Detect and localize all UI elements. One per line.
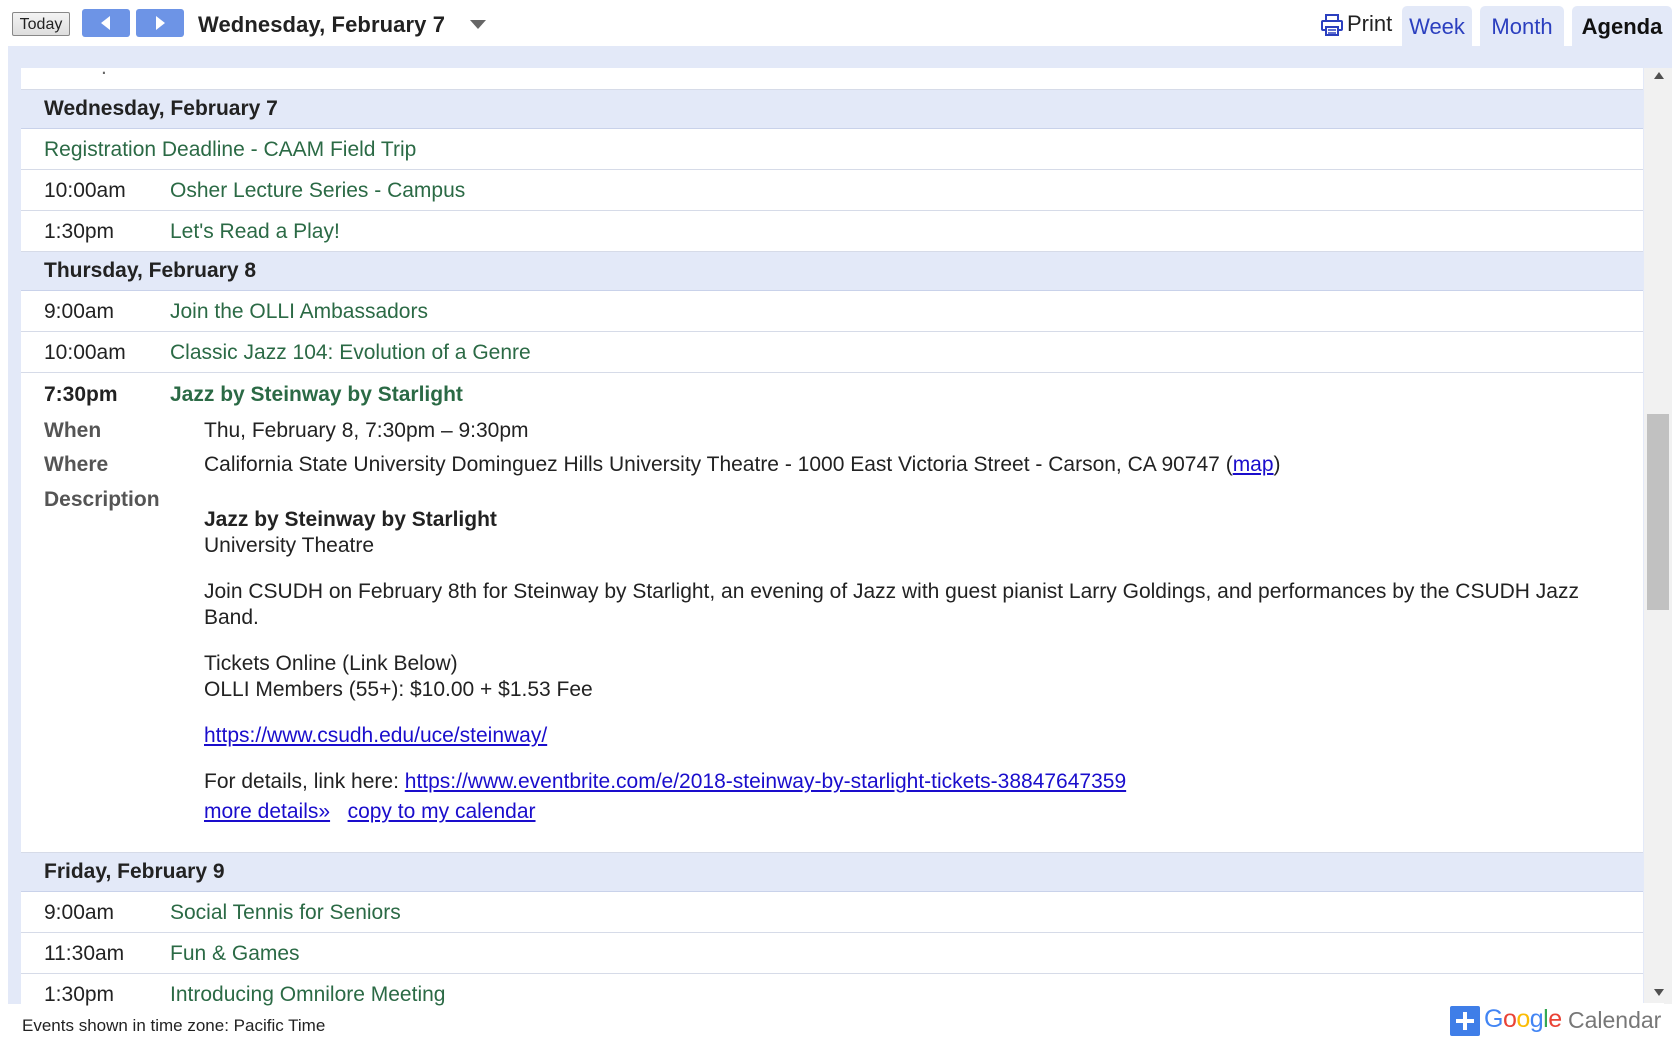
calendar-toolbar: Today Wednesday, February 7 Print Week M… (0, 0, 1672, 48)
description-label: Description (44, 488, 160, 511)
event-row[interactable]: 11:30am Fun & Games (21, 933, 1643, 974)
day-header-label: Thursday, February 8 (44, 259, 257, 282)
chevron-left-icon (101, 16, 110, 30)
event-title[interactable]: Jazz by Steinway by Starlight (170, 383, 463, 407)
scroll-down-icon[interactable] (1654, 989, 1664, 996)
event-time: 1:30pm (44, 983, 115, 1006)
google-calendar-button[interactable]: Google Calendar (1450, 1003, 1664, 1039)
event-row[interactable]: 9:00am Join the OLLI Ambassadors (21, 291, 1643, 332)
agenda-frame: . Wednesday, February 7 Registration Dea… (8, 46, 1672, 1010)
tab-agenda[interactable]: Agenda (1572, 6, 1672, 48)
event-time: 9:00am (44, 300, 115, 323)
print-label: Print (1347, 11, 1393, 36)
description-body: Join CSUDH on February 8th for Steinway … (204, 580, 1579, 629)
map-link[interactable]: map (1233, 453, 1274, 476)
description-venue: University Theatre (204, 534, 375, 557)
day-header: Friday, February 9 (21, 853, 1643, 892)
where-label: Where (44, 453, 109, 476)
event-description: Jazz by Steinway by Starlight University… (204, 507, 1604, 825)
scrollbar-thumb[interactable] (1647, 414, 1669, 610)
when-label: When (44, 419, 102, 442)
map-open-paren: ( (1225, 453, 1233, 476)
event-title[interactable]: Join the OLLI Ambassadors (170, 300, 428, 324)
printer-icon (1321, 14, 1343, 36)
scroll-up-icon[interactable] (1654, 72, 1664, 79)
steinway-link[interactable]: https://www.csudh.edu/uce/steinway/ (204, 724, 547, 747)
event-title[interactable]: Osher Lecture Series - Campus (170, 179, 465, 203)
partial-row: . (21, 68, 1643, 90)
timezone-note: Events shown in time zone: Pacific Time (22, 1016, 326, 1035)
day-header-label: Wednesday, February 7 (44, 97, 278, 120)
event-time: 10:00am (44, 341, 126, 364)
agenda-list[interactable]: . Wednesday, February 7 Registration Dea… (21, 68, 1643, 1010)
event-row[interactable]: Registration Deadline - CAAM Field Trip (21, 129, 1643, 170)
event-title[interactable]: Fun & Games (170, 942, 300, 966)
chevron-right-icon (156, 16, 165, 30)
where-value: California State University Dominguez Hi… (204, 453, 1281, 477)
previous-button[interactable] (82, 9, 130, 37)
map-close-paren: ) (1273, 453, 1281, 476)
description-title: Jazz by Steinway by Starlight (204, 508, 497, 531)
event-time: 9:00am (44, 901, 115, 924)
current-date-title[interactable]: Wednesday, February 7 (198, 12, 445, 38)
event-row[interactable]: 10:00am Classic Jazz 104: Evolution of a… (21, 332, 1643, 373)
event-time: 1:30pm (44, 220, 115, 243)
where-address: California State University Dominguez Hi… (204, 453, 1220, 476)
day-header-label: Friday, February 9 (44, 860, 225, 883)
event-row[interactable]: 1:30pm Introducing Omnilore Meeting (21, 974, 1643, 1010)
event-title[interactable]: Registration Deadline - CAAM Field Trip (44, 138, 416, 162)
event-row[interactable]: 1:30pm Let's Read a Play! (21, 211, 1643, 252)
next-button[interactable] (136, 9, 184, 37)
event-title[interactable]: Let's Read a Play! (170, 220, 340, 244)
tickets-line: Tickets Online (Link Below) (204, 652, 458, 675)
agenda-scrollbar[interactable] (1644, 68, 1672, 1004)
google-wordmark: Google (1484, 1005, 1562, 1033)
more-details-link[interactable]: more details» (204, 800, 330, 823)
event-title[interactable]: Classic Jazz 104: Evolution of a Genre (170, 341, 531, 365)
tab-month[interactable]: Month (1480, 6, 1564, 48)
day-header: Wednesday, February 7 (21, 90, 1643, 129)
event-row[interactable]: 9:00am Social Tennis for Seniors (21, 892, 1643, 933)
expanded-event: 7:30pm Jazz by Steinway by Starlight Whe… (21, 373, 1643, 853)
google-calendar-plus-icon (1450, 1006, 1480, 1036)
event-time: 7:30pm (44, 383, 118, 406)
when-value: Thu, February 8, 7:30pm – 9:30pm (204, 419, 529, 442)
details-prefix: For details, link here: (204, 770, 405, 793)
caret-down-icon[interactable] (470, 20, 486, 30)
event-title[interactable]: Introducing Omnilore Meeting (170, 983, 445, 1007)
event-title[interactable]: Social Tennis for Seniors (170, 901, 401, 925)
event-row[interactable]: 10:00am Osher Lecture Series - Campus (21, 170, 1643, 211)
eventbrite-link[interactable]: https://www.eventbrite.com/e/2018-steinw… (405, 770, 1126, 793)
copy-to-calendar-link[interactable]: copy to my calendar (348, 800, 536, 823)
day-header: Thursday, February 8 (21, 252, 1643, 291)
event-time: 11:30am (44, 942, 125, 965)
tab-week[interactable]: Week (1402, 6, 1472, 48)
calendar-wordmark: Calendar (1568, 1007, 1662, 1033)
today-button[interactable]: Today (12, 12, 70, 36)
event-time: 10:00am (44, 179, 126, 202)
price-line: OLLI Members (55+): $10.00 + $1.53 Fee (204, 678, 593, 701)
